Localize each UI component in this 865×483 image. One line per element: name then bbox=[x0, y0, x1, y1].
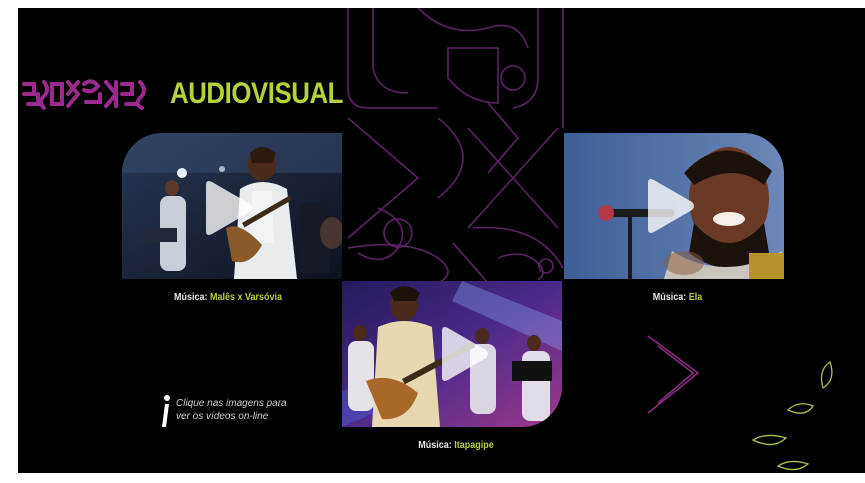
section-title: AUDIOVISUAL bbox=[170, 77, 344, 110]
video-thumbnail-itapagipe[interactable] bbox=[342, 281, 562, 427]
caption-song-title: Ela bbox=[688, 292, 703, 303]
caption-label: Música: bbox=[174, 292, 211, 303]
play-icon[interactable] bbox=[202, 179, 254, 237]
video-thumbnail-ela[interactable] bbox=[564, 133, 784, 279]
presentation-slide: AUDIOVISUAL Música: Malês x Varsóvia Mús… bbox=[18, 8, 865, 473]
caption-label: Música: bbox=[652, 292, 689, 303]
video-caption-ela: Música: Ela bbox=[653, 292, 703, 303]
info-i-icon bbox=[162, 395, 170, 427]
brand-pattern-logo bbox=[22, 79, 146, 110]
info-hint-line-2: ver os vídeos on-line bbox=[176, 411, 269, 422]
info-hint-text: Clique nas imagens para ver os vídeos on… bbox=[176, 397, 296, 423]
video-thumbnail-males-x-varsovia[interactable] bbox=[122, 133, 342, 279]
caption-label: Música: bbox=[418, 440, 455, 451]
info-hint-line-1: Clique nas imagens para bbox=[176, 398, 287, 409]
caption-song-title: Malês x Varsóvia bbox=[210, 292, 283, 303]
video-caption-males-x-varsovia: Música: Malês x Varsóvia bbox=[174, 292, 282, 303]
play-icon[interactable] bbox=[644, 177, 696, 235]
video-caption-itapagipe: Música: Itapagipe bbox=[418, 440, 494, 451]
caption-song-title: Itapagipe bbox=[454, 440, 494, 451]
play-icon[interactable] bbox=[438, 325, 490, 383]
